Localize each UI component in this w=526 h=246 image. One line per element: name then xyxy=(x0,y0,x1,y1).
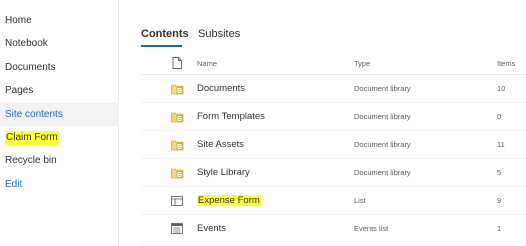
column-header-items[interactable]: Items xyxy=(497,52,515,74)
nav-item-claim-form[interactable]: Claim Form xyxy=(0,126,119,149)
file-type-header-icon[interactable] xyxy=(168,52,186,74)
list-icon xyxy=(168,187,186,214)
column-header-type[interactable]: Type xyxy=(354,52,370,74)
list-item-count: 5 xyxy=(497,168,502,177)
list-item-count: 1 xyxy=(497,224,502,233)
document-library-icon xyxy=(168,75,186,102)
table-row[interactable]: Site Assets Document library 11 xyxy=(141,131,526,159)
list-item-type: Document library xyxy=(354,112,411,121)
nav-item-notebook[interactable]: Notebook xyxy=(0,32,119,55)
tab-subsites[interactable]: Subsites xyxy=(198,27,240,41)
list-item-count: 11 xyxy=(497,140,505,149)
document-library-icon xyxy=(168,131,186,158)
column-header-name[interactable]: Name xyxy=(197,52,217,74)
nav-item-site-contents[interactable]: Site contents xyxy=(0,103,119,126)
table-row[interactable]: Documents Document library 10 xyxy=(141,75,526,103)
nav-item-recycle-bin[interactable]: Recycle bin xyxy=(0,149,119,172)
nav-item-label: Documents xyxy=(5,62,56,73)
nav-item-label: Notebook xyxy=(5,38,48,49)
list-item-count: 10 xyxy=(497,84,506,93)
active-tab-indicator xyxy=(141,45,182,47)
list-item-type: Events list xyxy=(354,224,389,233)
list-item-type: List xyxy=(354,196,366,205)
nav-item-label: Edit xyxy=(5,179,23,190)
list-item-name[interactable]: Style Library xyxy=(197,159,250,186)
table-row[interactable]: Expense Form List 9 xyxy=(141,187,526,215)
events-list-icon xyxy=(168,215,186,242)
nav-item-documents[interactable]: Documents xyxy=(0,56,119,79)
document-library-icon xyxy=(168,103,186,130)
list-header-row: Name Type Items xyxy=(141,52,526,75)
list-item-name-text: Expense Form xyxy=(197,195,261,206)
list-item-name[interactable]: Expense Form xyxy=(197,187,261,214)
list-item-count: 9 xyxy=(497,196,502,205)
table-row[interactable]: Events Events list 1 xyxy=(141,215,526,243)
tab-contents[interactable]: Contents xyxy=(141,27,189,41)
nav-item-label: Site contents xyxy=(5,109,63,120)
left-navigation: Home Notebook Documents Pages Site conte… xyxy=(0,0,119,246)
list-item-name[interactable]: Form Templates xyxy=(197,103,265,130)
list-item-count: 0 xyxy=(497,112,502,121)
nav-item-label: Pages xyxy=(5,85,34,96)
nav-item-home[interactable]: Home xyxy=(0,9,119,32)
list-item-name[interactable]: Site Assets xyxy=(197,131,244,158)
list-item-name[interactable]: Events xyxy=(197,215,226,242)
list-item-type: Document library xyxy=(354,168,411,177)
nav-item-label: Claim Form xyxy=(5,131,59,145)
nav-edit-link[interactable]: Edit xyxy=(0,173,119,196)
list-item-name[interactable]: Documents xyxy=(197,75,245,102)
table-row[interactable]: Form Templates Document library 0 xyxy=(141,103,526,131)
document-library-icon xyxy=(168,159,186,186)
nav-item-label: Home xyxy=(5,15,32,26)
nav-item-pages[interactable]: Pages xyxy=(0,79,119,102)
table-row[interactable]: Style Library Document library 5 xyxy=(141,159,526,187)
list-item-type: Document library xyxy=(354,140,411,149)
list-item-type: Document library xyxy=(354,84,411,93)
nav-item-label: Recycle bin xyxy=(5,155,57,166)
